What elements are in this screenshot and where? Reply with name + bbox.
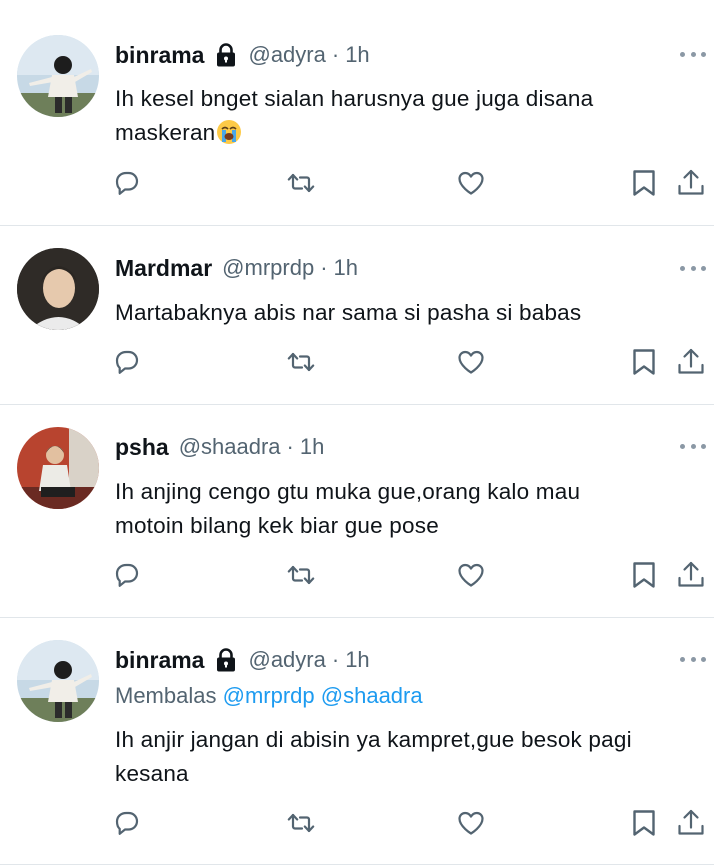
divider (0, 864, 714, 865)
avatar[interactable] (17, 35, 99, 117)
tweet-text: Ih anjing cengo gtu muka gue,orang kalo … (115, 475, 705, 543)
avatar-image (17, 248, 99, 330)
more-options-icon[interactable] (680, 649, 706, 669)
loudly-crying-face-icon (216, 119, 242, 155)
separator-dot: · (286, 434, 294, 459)
share-icon[interactable] (675, 346, 707, 378)
timestamp[interactable]: 1h (345, 647, 369, 673)
display-name[interactable]: binrama (115, 42, 204, 69)
tweet[interactable]: psha @shaadra · 1h Ih anjing cengo gtu m… (0, 405, 714, 617)
retweet-icon[interactable] (285, 559, 317, 591)
lock-icon (214, 647, 238, 673)
tweet-header: binrama @adyra · 1h (115, 37, 370, 73)
share-icon[interactable] (675, 559, 707, 591)
username[interactable]: @mrprdp (222, 255, 314, 281)
username[interactable]: @adyra (248, 647, 325, 673)
share-icon[interactable] (675, 167, 707, 199)
replying-to-label: Membalas (115, 683, 217, 708)
tweet[interactable]: binrama @adyra · 1h Ih kesel bnget siala… (0, 0, 714, 225)
avatar-image (17, 640, 99, 722)
more-options-icon[interactable] (680, 436, 706, 456)
username[interactable]: @shaadra (179, 434, 281, 460)
tweet-text-fragment: maskeran (115, 120, 216, 145)
avatar-image (17, 35, 99, 117)
tweet-text-line: Martabaknya abis nar sama si pasha si ba… (115, 300, 582, 325)
separator-dot: · (320, 255, 328, 280)
avatar[interactable] (17, 427, 99, 509)
share-icon[interactable] (675, 807, 707, 839)
more-options-icon[interactable] (680, 44, 706, 64)
more-options-icon[interactable] (680, 258, 706, 278)
tweet-text-line: maskeran (115, 116, 705, 155)
tweet-header: Mardmar @mrprdp · 1h (115, 250, 358, 286)
display-name[interactable]: psha (115, 434, 169, 461)
tweet-text: Martabaknya abis nar sama si pasha si ba… (115, 296, 705, 330)
display-name[interactable]: Mardmar (115, 255, 212, 282)
lock-icon (214, 42, 238, 68)
tweet-header: psha @shaadra · 1h (115, 429, 324, 465)
timestamp[interactable]: 1h (300, 434, 324, 460)
retweet-icon[interactable] (285, 807, 317, 839)
mention-link[interactable]: @shaadra (321, 683, 423, 708)
reply-icon[interactable] (111, 559, 143, 591)
like-icon[interactable] (455, 346, 487, 378)
like-icon[interactable] (455, 167, 487, 199)
bookmark-icon[interactable] (628, 167, 660, 199)
tweet[interactable]: Mardmar @mrprdp · 1h Martabaknya abis na… (0, 226, 714, 404)
tweet-text-line: Ih anjing cengo gtu muka gue,orang kalo … (115, 479, 581, 504)
timestamp[interactable]: 1h (334, 255, 358, 281)
like-icon[interactable] (455, 807, 487, 839)
tweet-text: Ih kesel bnget sialan harusnya gue juga … (115, 82, 705, 155)
retweet-icon[interactable] (285, 346, 317, 378)
reply-icon[interactable] (111, 167, 143, 199)
separator-dot: · (331, 647, 340, 672)
reply-icon[interactable] (111, 807, 143, 839)
timestamp[interactable]: 1h (345, 42, 369, 68)
display-name[interactable]: binrama (115, 647, 204, 674)
bookmark-icon[interactable] (628, 807, 660, 839)
bookmark-icon[interactable] (628, 346, 660, 378)
replying-to: Membalas @mrprdp @shaadra (115, 680, 423, 712)
tweet-text-line: motoin bilang kek biar gue pose (115, 513, 439, 538)
reply-icon[interactable] (111, 346, 143, 378)
mention-link[interactable]: @mrprdp (223, 683, 315, 708)
tweet-text-line: Ih anjir jangan di abisin ya kampret,gue… (115, 727, 632, 752)
like-icon[interactable] (455, 559, 487, 591)
separator-dot: · (331, 42, 340, 67)
bookmark-icon[interactable] (628, 559, 660, 591)
tweet-text: Ih anjir jangan di abisin ya kampret,gue… (115, 723, 705, 791)
tweet[interactable]: binrama @adyra · 1h Membalas @mrprdp @sh… (0, 618, 714, 867)
username[interactable]: @adyra (248, 42, 325, 68)
avatar[interactable] (17, 640, 99, 722)
avatar[interactable] (17, 248, 99, 330)
retweet-icon[interactable] (285, 167, 317, 199)
tweet-header: binrama @adyra · 1h (115, 642, 370, 678)
tweet-text-line: Ih kesel bnget sialan harusnya gue juga … (115, 86, 594, 111)
avatar-image (17, 427, 99, 509)
tweet-text-line: kesana (115, 761, 189, 786)
